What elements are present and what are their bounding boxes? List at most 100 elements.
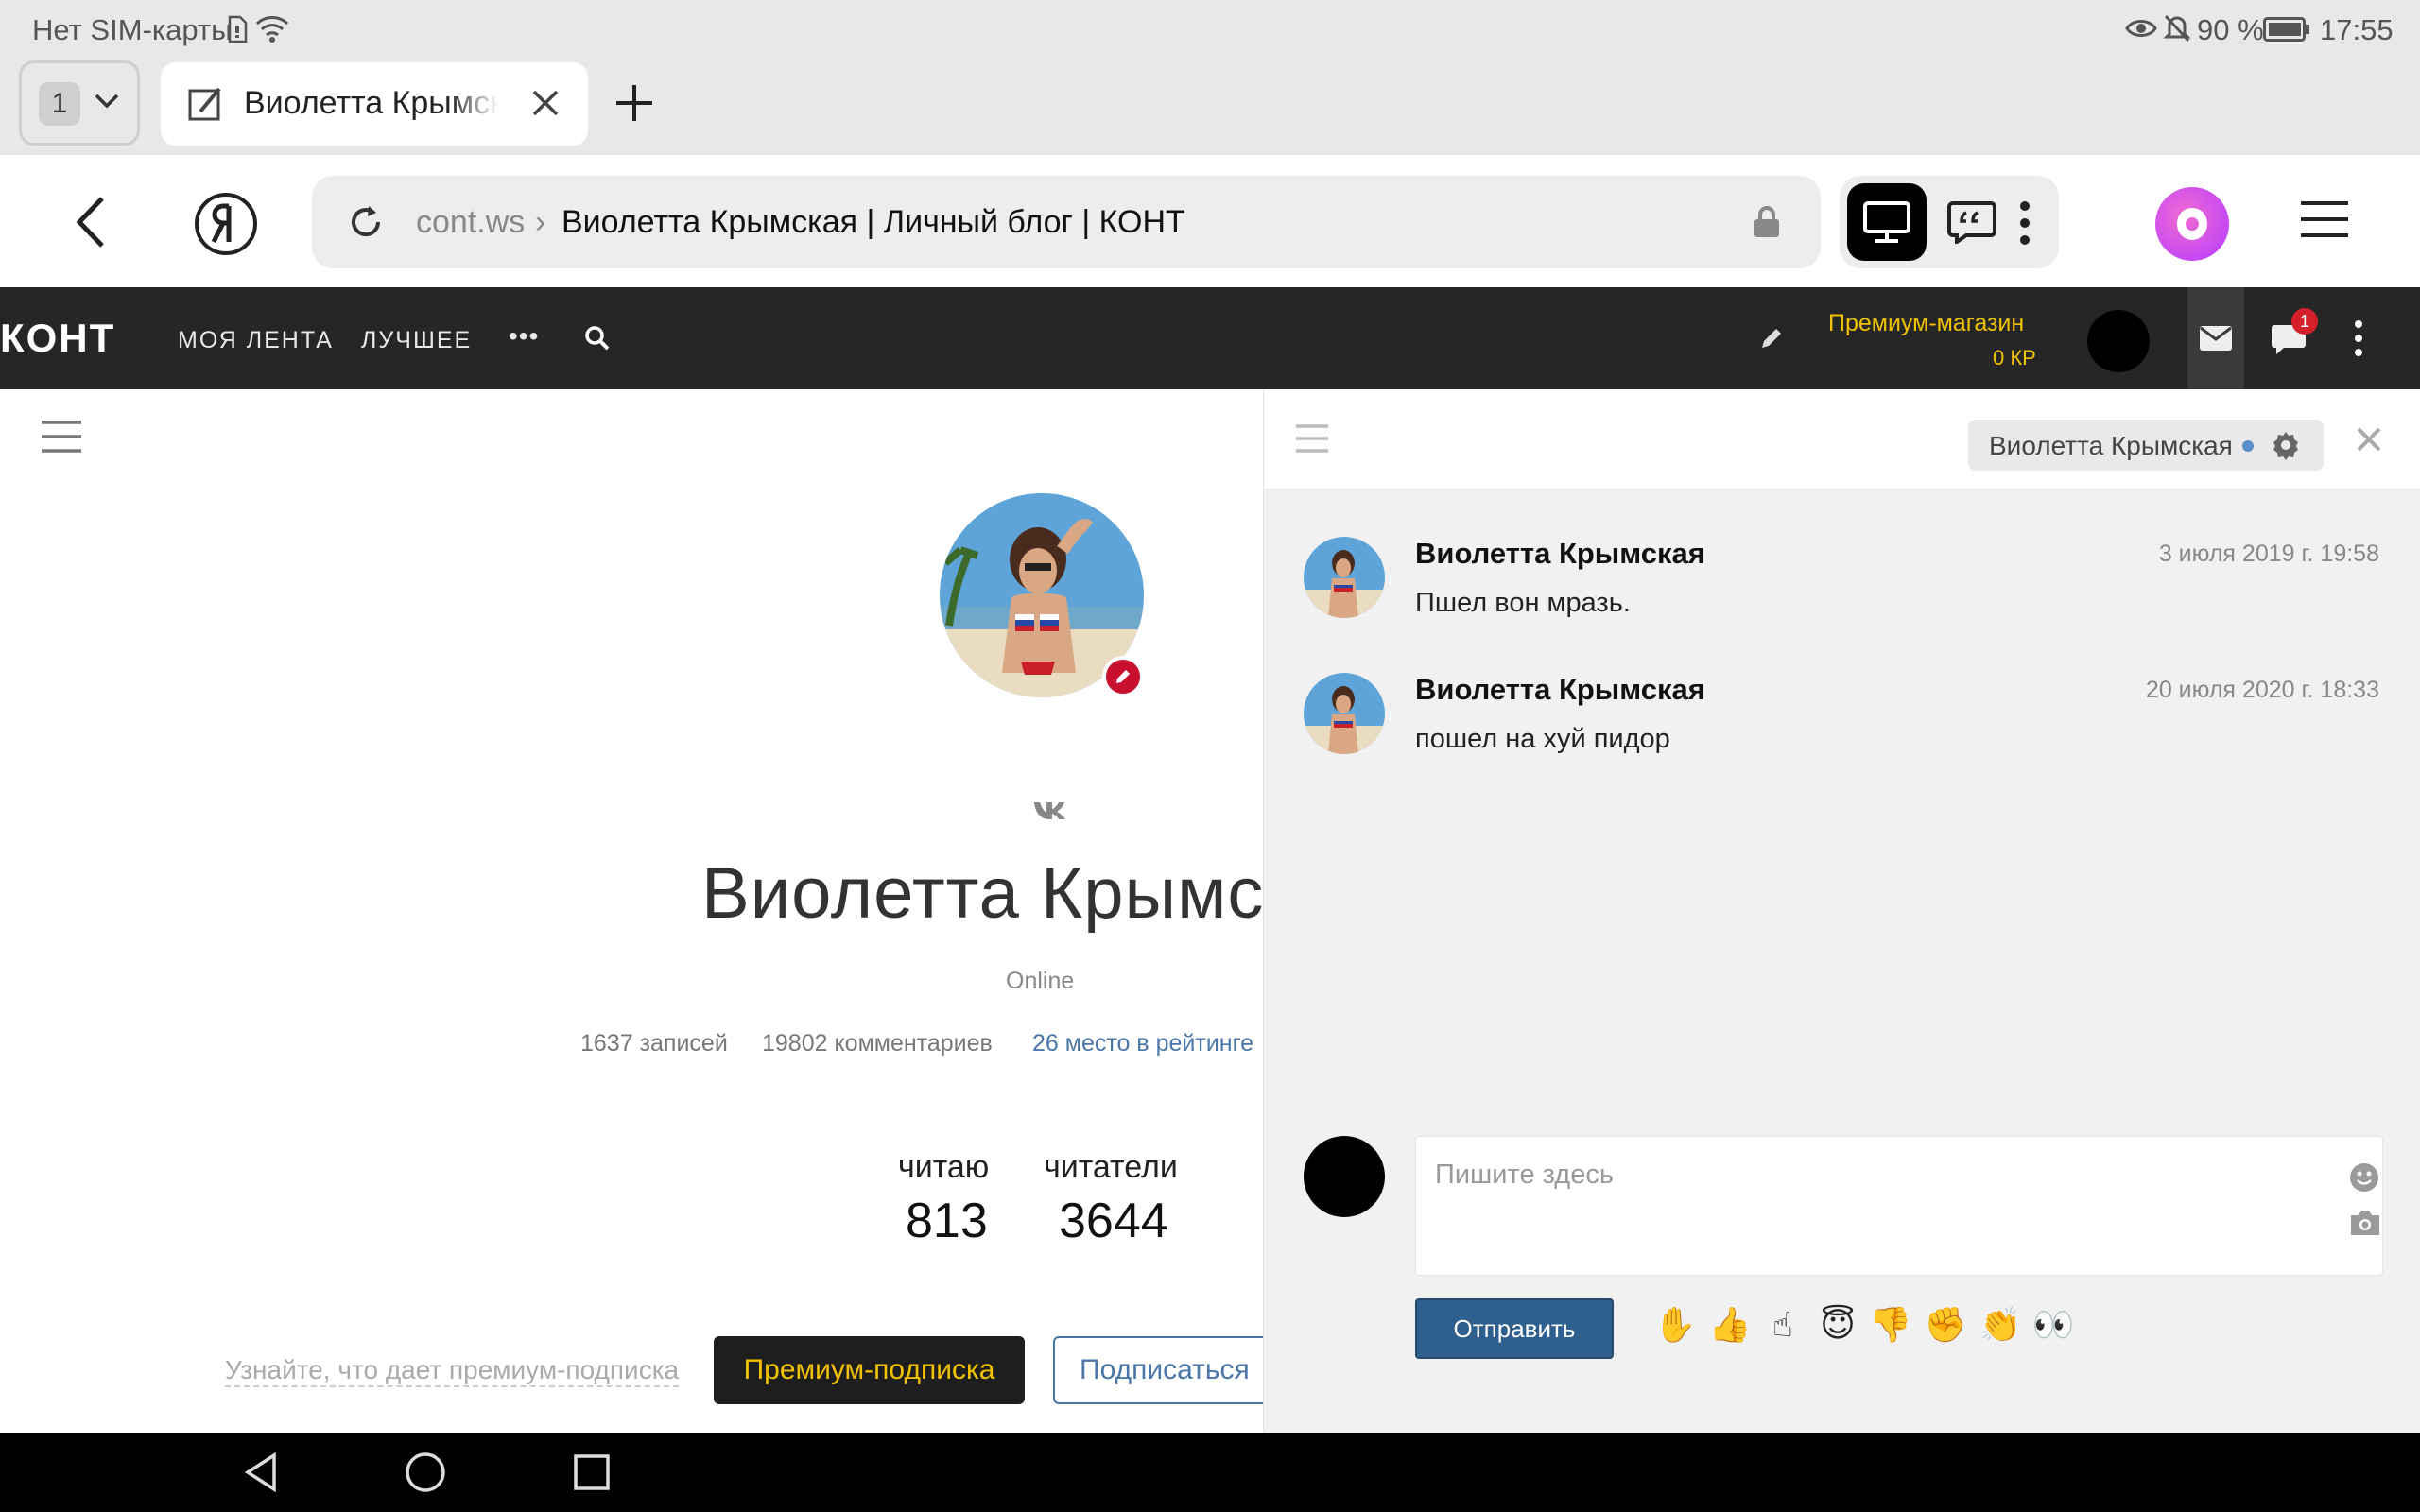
- message-text: пошел на хуй пидор: [1415, 724, 1670, 754]
- gear-icon[interactable]: [2271, 430, 2301, 465]
- followers-count[interactable]: 3644: [1059, 1193, 1168, 1249]
- search-icon[interactable]: [584, 325, 611, 356]
- edit-pencil-icon: [1114, 667, 1132, 691]
- reaction-thumbs-down[interactable]: 👎: [1869, 1304, 1912, 1348]
- close-chat-icon[interactable]: [2355, 425, 2383, 458]
- site-logo[interactable]: КОНТ: [0, 316, 115, 361]
- reaction-point-up[interactable]: ☝: [1761, 1304, 1805, 1348]
- pencil-icon[interactable]: [1758, 325, 1785, 356]
- nav-recents-icon[interactable]: [573, 1453, 611, 1496]
- notification-badge: 1: [2291, 308, 2318, 335]
- message-avatar[interactable]: [1304, 537, 1385, 618]
- nav-more[interactable]: •••: [509, 321, 539, 352]
- eye-icon: [2125, 15, 2157, 46]
- posts-count[interactable]: 1637 записей: [580, 1030, 728, 1057]
- envelope-icon: [2199, 325, 2233, 356]
- lock-icon[interactable]: [1753, 206, 1781, 243]
- following-label[interactable]: читаю: [898, 1149, 989, 1186]
- message-input[interactable]: [1435, 1154, 2286, 1195]
- battery-text: 90 %: [2197, 13, 2264, 46]
- url-separator: ›: [535, 204, 546, 240]
- close-tab-icon[interactable]: [529, 87, 562, 124]
- nav-back-icon[interactable]: [242, 1452, 280, 1498]
- url-host: cont.ws: [416, 204, 526, 240]
- message-author[interactable]: Виолетта Крымская: [1415, 673, 1705, 707]
- nav-home-icon[interactable]: [405, 1452, 446, 1498]
- desktop-mode-button[interactable]: [1847, 183, 1927, 261]
- following-count[interactable]: 813: [906, 1193, 988, 1249]
- sidebar-menu-icon[interactable]: [40, 420, 83, 458]
- tab-active[interactable]: Виолетта Крымская | Личный блог | КОНТ: [161, 62, 588, 146]
- quote-bubble-icon[interactable]: [1947, 200, 1996, 249]
- camera-icon[interactable]: [2348, 1209, 2382, 1242]
- status-bar: Нет SIM-карты 90 % 17:55: [0, 0, 2420, 59]
- site-favicon-icon: [187, 85, 225, 128]
- messages-button[interactable]: [2187, 287, 2244, 389]
- battery-icon: [2263, 17, 2310, 46]
- browser-toolbar: cont.ws › Виолетта Крымская | Личный бло…: [0, 155, 2420, 287]
- subscribe-button[interactable]: Подписаться: [1053, 1336, 1263, 1404]
- alice-assistant-button[interactable]: [2155, 187, 2229, 261]
- profile-name: Виолетта Крымская: [701, 853, 1263, 934]
- android-nav-bar: [0, 1433, 2420, 1512]
- sim-icon: [227, 15, 248, 48]
- premium-subscription-button[interactable]: Премиум-подписка: [714, 1336, 1025, 1404]
- header-more-icon[interactable]: [2354, 319, 2363, 362]
- chevron-down-icon: [94, 92, 120, 115]
- site-header: КОНТ МОЯ ЛЕНТА ЛУЧШЕЕ ••• Премиум-магази…: [0, 287, 2420, 389]
- nav-my-feed[interactable]: МОЯ ЛЕНТА: [178, 327, 334, 354]
- wifi-icon: [255, 13, 289, 48]
- send-button[interactable]: Отправить: [1415, 1298, 1614, 1359]
- tab-switcher-button[interactable]: 1: [19, 60, 140, 146]
- message-avatar[interactable]: [1304, 673, 1385, 754]
- hamburger-menu-icon[interactable]: [2299, 200, 2350, 243]
- my-avatar: [1304, 1136, 1385, 1217]
- user-avatar[interactable]: [2087, 310, 2150, 372]
- monitor-icon: [1862, 200, 1911, 249]
- learn-premium-link[interactable]: Узнайте, что дает премиум-подписка: [225, 1355, 680, 1387]
- followers-label[interactable]: читатели: [1044, 1149, 1178, 1186]
- alice-icon: [2173, 204, 2211, 249]
- message-date: 20 июля 2020 г. 18:33: [2145, 677, 2379, 703]
- tab-strip: 1 Виолетта Крымская | Личный блог | КОНТ: [0, 59, 2420, 155]
- profile-section: Виолетта Крымская Online 1637 записей 19…: [0, 389, 1263, 1433]
- chat-panel: Виолетта Крымская Виолетта Крымская 3 ию…: [1263, 389, 2420, 1433]
- back-icon[interactable]: [74, 195, 108, 254]
- chat-header: Виолетта Крымская: [1264, 389, 2420, 490]
- message-text: Пшел вон мразь.: [1415, 588, 1631, 618]
- online-status: Online: [1006, 968, 1075, 994]
- clock-text: 17:55: [2320, 13, 2394, 46]
- url-page-title: Виолетта Крымская | Личный блог | КОНТ: [562, 204, 1185, 240]
- vk-icon[interactable]: [1032, 799, 1066, 825]
- yandex-logo-icon[interactable]: [193, 191, 259, 262]
- reaction-fist[interactable]: ✊: [1924, 1304, 1967, 1348]
- tab-title: Виолетта Крымская | Личный блог | КОНТ: [244, 85, 499, 121]
- edit-avatar-button[interactable]: [1102, 656, 1144, 697]
- chat-list-icon[interactable]: [1294, 423, 1330, 458]
- carrier-text: Нет SIM-карты: [32, 13, 233, 46]
- new-tab-icon[interactable]: [613, 81, 656, 129]
- nav-best[interactable]: ЛУЧШЕЕ: [361, 327, 472, 354]
- message-date: 3 июля 2019 г. 19:58: [2158, 541, 2379, 567]
- emoji-picker-icon[interactable]: [2348, 1161, 2380, 1198]
- premium-balance: 0 КР: [1993, 346, 2036, 369]
- reaction-raised-hand[interactable]: ✋: [1653, 1304, 1697, 1348]
- chat-recipient-name: Виолетта Крымская: [1989, 431, 2233, 460]
- reaction-clap[interactable]: 👏: [1979, 1304, 2022, 1348]
- tab-count: 1: [39, 82, 80, 126]
- more-vertical-icon[interactable]: [2019, 200, 2031, 250]
- message-composer: [1415, 1136, 2383, 1276]
- premium-shop-link[interactable]: Премиум-магазин: [1828, 310, 2024, 337]
- rating-link[interactable]: 26 место в рейтинге: [1032, 1030, 1253, 1057]
- bell-muted-icon: [2163, 13, 2191, 48]
- reaction-halo[interactable]: 😇: [1816, 1304, 1859, 1348]
- reload-icon[interactable]: [346, 202, 386, 247]
- reaction-thumbs-up[interactable]: 👍: [1708, 1304, 1752, 1348]
- chat-recipient-chip[interactable]: Виолетта Крымская: [1968, 420, 2324, 471]
- address-bar[interactable]: cont.ws › Виолетта Крымская | Личный бло…: [312, 176, 1821, 268]
- online-dot: [2242, 440, 2254, 452]
- comments-count[interactable]: 19802 комментариев: [762, 1030, 993, 1057]
- page-tools-group: [1840, 176, 2059, 268]
- reaction-eyes[interactable]: 👀: [2031, 1304, 2075, 1348]
- message-author[interactable]: Виолетта Крымская: [1415, 537, 1705, 571]
